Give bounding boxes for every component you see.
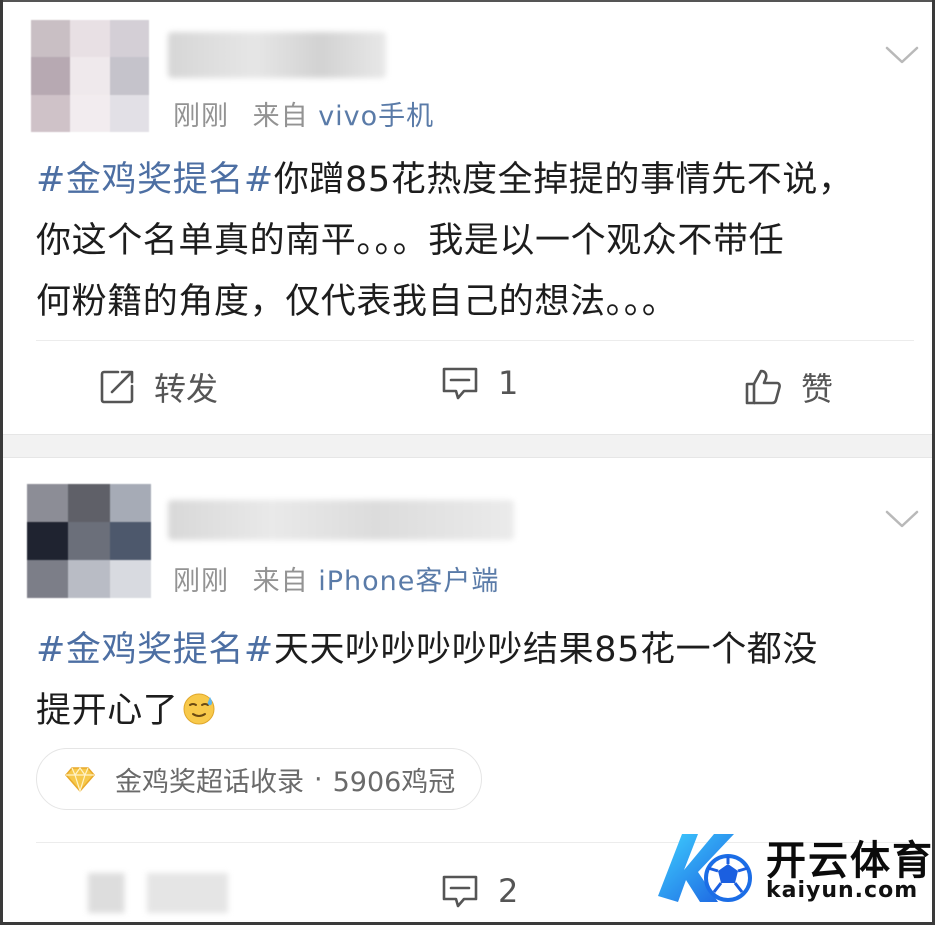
comment-icon	[442, 875, 478, 908]
comment-button[interactable]: 1	[440, 364, 518, 402]
chevron-down-icon[interactable]	[884, 44, 920, 66]
post-card-1[interactable]: 刚刚 来自 vivo手机 #金鸡奖提名#你蹭85花热度全掉提的事情先不说， 你这…	[3, 2, 932, 434]
repost-icon	[100, 370, 134, 404]
post-time: 刚刚	[173, 566, 229, 597]
thumbs-up-icon	[745, 369, 781, 405]
source-link[interactable]: vivo手机	[318, 101, 434, 132]
comment-count: 1	[498, 364, 519, 402]
post-text-line-1: 你蹭85花热度全掉提的事情先不说，	[273, 160, 854, 200]
username-redacted[interactable]	[168, 32, 386, 78]
sweat-smile-emoji-icon	[183, 693, 215, 725]
post-text-line-2: 你这个名单真的南平。。。我是以一个观众不带任	[36, 221, 785, 261]
avatar[interactable]	[31, 20, 149, 132]
hashtag-link[interactable]: #金鸡奖提名#	[36, 160, 274, 200]
source-prefix: 来自	[252, 566, 309, 597]
source-link[interactable]: iPhone客户端	[318, 566, 499, 597]
repost-label: 转发	[154, 370, 219, 408]
comment-button[interactable]: 2	[440, 872, 518, 910]
divider	[36, 340, 914, 341]
comment-icon	[442, 367, 478, 400]
post-body: #金鸡奖提名#你蹭85花热度全掉提的事情先不说， 你这个名单真的南平。。。我是以…	[36, 150, 914, 333]
topic-name: 金鸡奖超话收录	[115, 766, 304, 798]
source-prefix: 来自	[252, 101, 309, 132]
repost-button[interactable]: 转发	[98, 364, 218, 410]
watermark: 开云体育 kaiyun.com	[648, 820, 933, 920]
post-body: #金鸡奖提名#天天吵吵吵吵吵结果85花一个都没 提开心了	[36, 620, 914, 742]
brand-logo-icon	[658, 834, 752, 902]
post-text-line-1: 天天吵吵吵吵吵结果85花一个都没	[273, 630, 818, 670]
watermark-url: kaiyun.com	[766, 878, 919, 903]
like-button[interactable]: 赞	[743, 364, 833, 410]
username-redacted[interactable]	[168, 500, 514, 540]
topic-separator: ·	[314, 763, 323, 795]
post-text-line-2: 提开心了	[36, 691, 179, 731]
comment-count: 2	[498, 872, 519, 910]
post-time: 刚刚	[173, 101, 229, 132]
hashtag-link[interactable]: #金鸡奖提名#	[36, 630, 274, 670]
topic-stat: 5906鸡冠	[332, 766, 456, 798]
repost-button-redacted[interactable]	[88, 873, 228, 913]
post-meta: 刚刚 来自 vivo手机	[173, 94, 434, 133]
post-separator	[3, 434, 932, 458]
like-label: 赞	[801, 370, 834, 408]
post-meta: 刚刚 来自 iPhone客户端	[173, 559, 499, 598]
super-topic-chip[interactable]: 金鸡奖超话收录 · 5906鸡冠	[36, 748, 483, 810]
chevron-down-icon[interactable]	[884, 508, 920, 530]
avatar[interactable]	[27, 484, 151, 598]
post-text-line-3: 何粉籍的角度，仅代表我自己的想法。。。	[36, 282, 678, 322]
diamond-icon	[65, 766, 95, 793]
